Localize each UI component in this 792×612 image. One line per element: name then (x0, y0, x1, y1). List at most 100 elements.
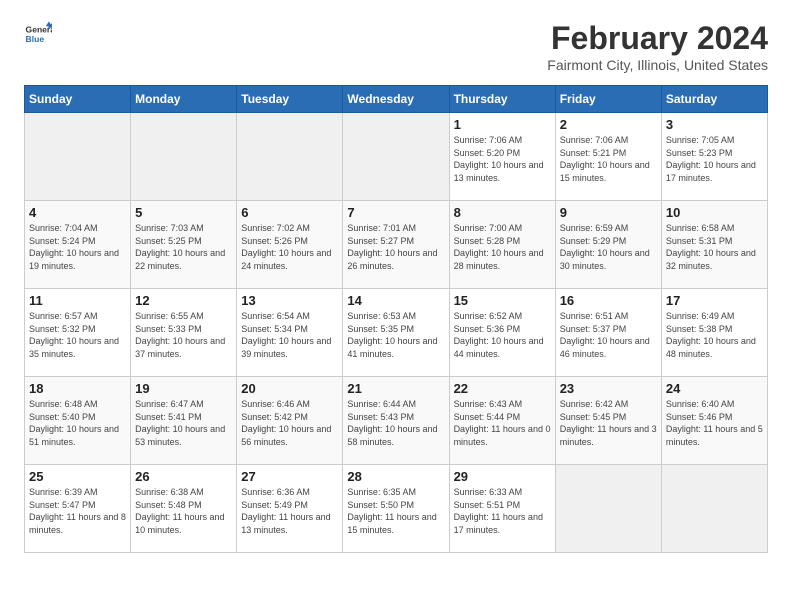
day-number: 8 (454, 205, 551, 220)
calendar-cell: 27Sunrise: 6:36 AMSunset: 5:49 PMDayligh… (237, 465, 343, 553)
calendar-subtitle: Fairmont City, Illinois, United States (547, 57, 768, 73)
calendar-cell: 16 Sunrise: 6:51 AMSunset: 5:37 PMDayligh… (555, 289, 661, 377)
day-number: 3 (666, 117, 763, 132)
day-info: Sunrise: 6:35 AMSunset: 5:50 PMDaylight:… (347, 486, 444, 536)
day-number: 28 (347, 469, 444, 484)
calendar-cell: 17 Sunrise: 6:49 AMSunset: 5:38 PMDayligh… (661, 289, 767, 377)
day-info: Sunrise: 7:02 AMSunset: 5:26 PMDaylight:… (241, 222, 338, 272)
day-number: 25 (29, 469, 126, 484)
day-number: 24 (666, 381, 763, 396)
calendar-cell: 14 Sunrise: 6:53 AMSunset: 5:35 PMDayligh… (343, 289, 449, 377)
day-number: 18 (29, 381, 126, 396)
col-saturday: Saturday (661, 86, 767, 113)
calendar-cell: 6 Sunrise: 7:02 AMSunset: 5:26 PMDaylight… (237, 201, 343, 289)
day-number: 4 (29, 205, 126, 220)
day-number: 11 (29, 293, 126, 308)
day-info: Sunrise: 6:46 AMSunset: 5:42 PMDaylight:… (241, 398, 338, 448)
day-info: Sunrise: 7:04 AMSunset: 5:24 PMDaylight:… (29, 222, 126, 272)
calendar-cell: 8 Sunrise: 7:00 AMSunset: 5:28 PMDaylight… (449, 201, 555, 289)
page-header: General Blue February 2024 Fairmont City… (24, 20, 768, 73)
day-info: Sunrise: 7:03 AMSunset: 5:25 PMDaylight:… (135, 222, 232, 272)
calendar-week-row: 25Sunrise: 6:39 AMSunset: 5:47 PMDayligh… (25, 465, 768, 553)
day-info: Sunrise: 6:44 AMSunset: 5:43 PMDaylight:… (347, 398, 444, 448)
calendar-cell: 12Sunrise: 6:55 AMSunset: 5:33 PMDayligh… (131, 289, 237, 377)
calendar-cell (25, 113, 131, 201)
day-number: 22 (454, 381, 551, 396)
calendar-week-row: 11 Sunrise: 6:57 AMSunset: 5:32 PMDayligh… (25, 289, 768, 377)
calendar-cell: 24 Sunrise: 6:40 AMSunset: 5:46 PMDayligh… (661, 377, 767, 465)
calendar-cell: 4 Sunrise: 7:04 AMSunset: 5:24 PMDaylight… (25, 201, 131, 289)
col-thursday: Thursday (449, 86, 555, 113)
day-number: 20 (241, 381, 338, 396)
calendar-cell: 15 Sunrise: 6:52 AMSunset: 5:36 PMDayligh… (449, 289, 555, 377)
calendar-cell: 25Sunrise: 6:39 AMSunset: 5:47 PMDayligh… (25, 465, 131, 553)
day-info: Sunrise: 6:57 AMSunset: 5:32 PMDaylight:… (29, 310, 126, 360)
day-number: 17 (666, 293, 763, 308)
day-number: 6 (241, 205, 338, 220)
col-monday: Monday (131, 86, 237, 113)
day-number: 1 (454, 117, 551, 132)
calendar-cell: 13 Sunrise: 6:54 AMSunset: 5:34 PMDayligh… (237, 289, 343, 377)
calendar-cell: 1 Sunrise: 7:06 AMSunset: 5:20 PMDaylight… (449, 113, 555, 201)
title-area: February 2024 Fairmont City, Illinois, U… (547, 20, 768, 73)
day-info: Sunrise: 6:49 AMSunset: 5:38 PMDaylight:… (666, 310, 763, 360)
calendar-cell: 28 Sunrise: 6:35 AMSunset: 5:50 PMDayligh… (343, 465, 449, 553)
day-number: 29 (454, 469, 551, 484)
day-info: Sunrise: 6:38 AMSunset: 5:48 PMDaylight:… (135, 486, 232, 536)
calendar-cell: 11 Sunrise: 6:57 AMSunset: 5:32 PMDayligh… (25, 289, 131, 377)
calendar-cell: 7 Sunrise: 7:01 AMSunset: 5:27 PMDaylight… (343, 201, 449, 289)
calendar-cell (237, 113, 343, 201)
day-info: Sunrise: 6:52 AMSunset: 5:36 PMDaylight:… (454, 310, 551, 360)
day-info: Sunrise: 6:40 AMSunset: 5:46 PMDaylight:… (666, 398, 763, 448)
day-number: 2 (560, 117, 657, 132)
day-number: 10 (666, 205, 763, 220)
day-number: 21 (347, 381, 444, 396)
calendar-table: Sunday Monday Tuesday Wednesday Thursday… (24, 85, 768, 553)
col-sunday: Sunday (25, 86, 131, 113)
calendar-header-row: Sunday Monday Tuesday Wednesday Thursday… (25, 86, 768, 113)
day-info: Sunrise: 6:42 AMSunset: 5:45 PMDaylight:… (560, 398, 657, 448)
day-number: 23 (560, 381, 657, 396)
day-info: Sunrise: 6:51 AMSunset: 5:37 PMDaylight:… (560, 310, 657, 360)
calendar-week-row: 1 Sunrise: 7:06 AMSunset: 5:20 PMDaylight… (25, 113, 768, 201)
calendar-week-row: 18 Sunrise: 6:48 AMSunset: 5:40 PMDayligh… (25, 377, 768, 465)
calendar-cell: 5 Sunrise: 7:03 AMSunset: 5:25 PMDaylight… (131, 201, 237, 289)
day-number: 15 (454, 293, 551, 308)
day-number: 26 (135, 469, 232, 484)
day-number: 13 (241, 293, 338, 308)
day-number: 9 (560, 205, 657, 220)
calendar-cell: 23 Sunrise: 6:42 AMSunset: 5:45 PMDayligh… (555, 377, 661, 465)
calendar-cell (343, 113, 449, 201)
day-number: 19 (135, 381, 232, 396)
day-number: 5 (135, 205, 232, 220)
day-number: 12 (135, 293, 232, 308)
day-number: 7 (347, 205, 444, 220)
calendar-cell: 29Sunrise: 6:33 AMSunset: 5:51 PMDayligh… (449, 465, 555, 553)
day-number: 14 (347, 293, 444, 308)
calendar-cell: 22Sunrise: 6:43 AMSunset: 5:44 PMDayligh… (449, 377, 555, 465)
calendar-cell: 10 Sunrise: 6:58 AMSunset: 5:31 PMDayligh… (661, 201, 767, 289)
calendar-cell (555, 465, 661, 553)
logo-icon: General Blue (24, 20, 52, 48)
calendar-cell: 21 Sunrise: 6:44 AMSunset: 5:43 PMDayligh… (343, 377, 449, 465)
day-info: Sunrise: 7:05 AMSunset: 5:23 PMDaylight:… (666, 134, 763, 184)
calendar-title: February 2024 (547, 20, 768, 57)
day-info: Sunrise: 6:36 AMSunset: 5:49 PMDaylight:… (241, 486, 338, 536)
logo: General Blue (24, 20, 52, 48)
day-info: Sunrise: 6:54 AMSunset: 5:34 PMDaylight:… (241, 310, 338, 360)
calendar-cell: 19 Sunrise: 6:47 AMSunset: 5:41 PMDayligh… (131, 377, 237, 465)
day-number: 16 (560, 293, 657, 308)
day-info: Sunrise: 7:00 AMSunset: 5:28 PMDaylight:… (454, 222, 551, 272)
day-info: Sunrise: 7:01 AMSunset: 5:27 PMDaylight:… (347, 222, 444, 272)
day-info: Sunrise: 6:47 AMSunset: 5:41 PMDaylight:… (135, 398, 232, 448)
calendar-cell: 18 Sunrise: 6:48 AMSunset: 5:40 PMDayligh… (25, 377, 131, 465)
calendar-cell: 3 Sunrise: 7:05 AMSunset: 5:23 PMDaylight… (661, 113, 767, 201)
day-info: Sunrise: 6:58 AMSunset: 5:31 PMDaylight:… (666, 222, 763, 272)
svg-text:Blue: Blue (26, 34, 45, 44)
calendar-cell (131, 113, 237, 201)
day-info: Sunrise: 6:48 AMSunset: 5:40 PMDaylight:… (29, 398, 126, 448)
day-info: Sunrise: 6:53 AMSunset: 5:35 PMDaylight:… (347, 310, 444, 360)
day-info: Sunrise: 7:06 AMSunset: 5:20 PMDaylight:… (454, 134, 551, 184)
calendar-cell: 2Sunrise: 7:06 AMSunset: 5:21 PMDaylight… (555, 113, 661, 201)
col-wednesday: Wednesday (343, 86, 449, 113)
